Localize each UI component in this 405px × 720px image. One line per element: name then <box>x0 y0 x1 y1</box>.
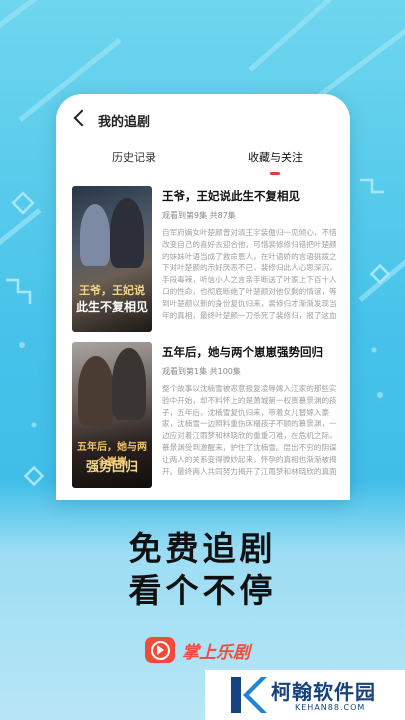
slogan-line-2: 看个不停 <box>128 571 277 610</box>
app-name: 掌上乐剧 <box>182 643 250 663</box>
phone-screen: 我的追剧 历史记录 收藏与关注 王爷，王妃说 此生不复相见 王爷，王妃说此生不复… <box>56 94 350 500</box>
poster-figure <box>110 198 144 268</box>
k-logo-icon <box>231 677 267 713</box>
drama-poster[interactable]: 五年后，她与两个崽崽 强势回归 <box>72 342 152 488</box>
drama-description: 整个故事以沈楠雪被恶意报复凌辱嫁入江家的那些实验中开始，却不料怀上的是萧城第一权… <box>162 384 337 476</box>
tab-history[interactable]: 历史记录 <box>112 149 156 165</box>
poster-title: 王爷，王妃说 <box>79 284 145 297</box>
list-item[interactable]: 王爷，王妃说 此生不复相见 王爷，王妃说此生不复相见 观看到第9集 共87集 自… <box>72 186 338 332</box>
poster-subtitle: 强势回归 <box>85 460 138 475</box>
drama-description: 自军府嫡女叶楚颜曾对清王宇装傲归一见倾心，不惜改变自己的喜好去迎合他，可惜裴修修… <box>162 228 337 320</box>
poster-figure <box>78 356 114 426</box>
tab-favorites[interactable]: 收藏与关注 <box>248 149 303 165</box>
top-bar: 我的追剧 <box>56 94 350 144</box>
item-info: 王爷，王妃说此生不复相见 观看到第9集 共87集 自军府嫡女叶楚颜曾对清王宇装傲… <box>162 186 338 321</box>
list-item[interactable]: 五年后，她与两个崽崽 强势回归 五年后，她与两个崽崽强势回归 观看到第1集 共1… <box>72 342 338 488</box>
drama-poster[interactable]: 王爷，王妃说 此生不复相见 <box>72 186 152 332</box>
poster-figure <box>112 348 146 420</box>
item-info: 五年后，她与两个崽崽强势回归 观看到第1集 共100集 整个故事以沈楠雪被恶意报… <box>162 342 338 477</box>
play-circle-icon <box>145 637 175 663</box>
drama-title[interactable]: 王爷，王妃说此生不复相见 <box>162 188 338 204</box>
promo-canvas: 我的追剧 历史记录 收藏与关注 王爷，王妃说 此生不复相见 王爷，王妃说此生不复… <box>0 0 405 720</box>
active-tab-indicator <box>270 172 280 175</box>
drama-title[interactable]: 五年后，她与两个崽崽强势回归 <box>162 344 338 360</box>
poster-subtitle: 此生不复相见 <box>76 300 149 314</box>
progress-text: 观看到第9集 共87集 <box>162 211 236 220</box>
page-title: 我的追剧 <box>98 115 151 130</box>
progress-text: 观看到第1集 共100集 <box>162 367 241 376</box>
chevron-left-icon[interactable] <box>73 109 91 127</box>
tab-bar: 历史记录 收藏与关注 <box>56 146 350 176</box>
watermark: 柯翰软件园 KEHAN88.COM <box>205 670 405 720</box>
poster-figure <box>80 204 110 266</box>
watermark-url: KEHAN88.COM <box>295 703 366 712</box>
slogan-line-1: 免费追剧 <box>128 529 277 568</box>
watermark-name: 柯翰软件园 <box>271 680 376 704</box>
